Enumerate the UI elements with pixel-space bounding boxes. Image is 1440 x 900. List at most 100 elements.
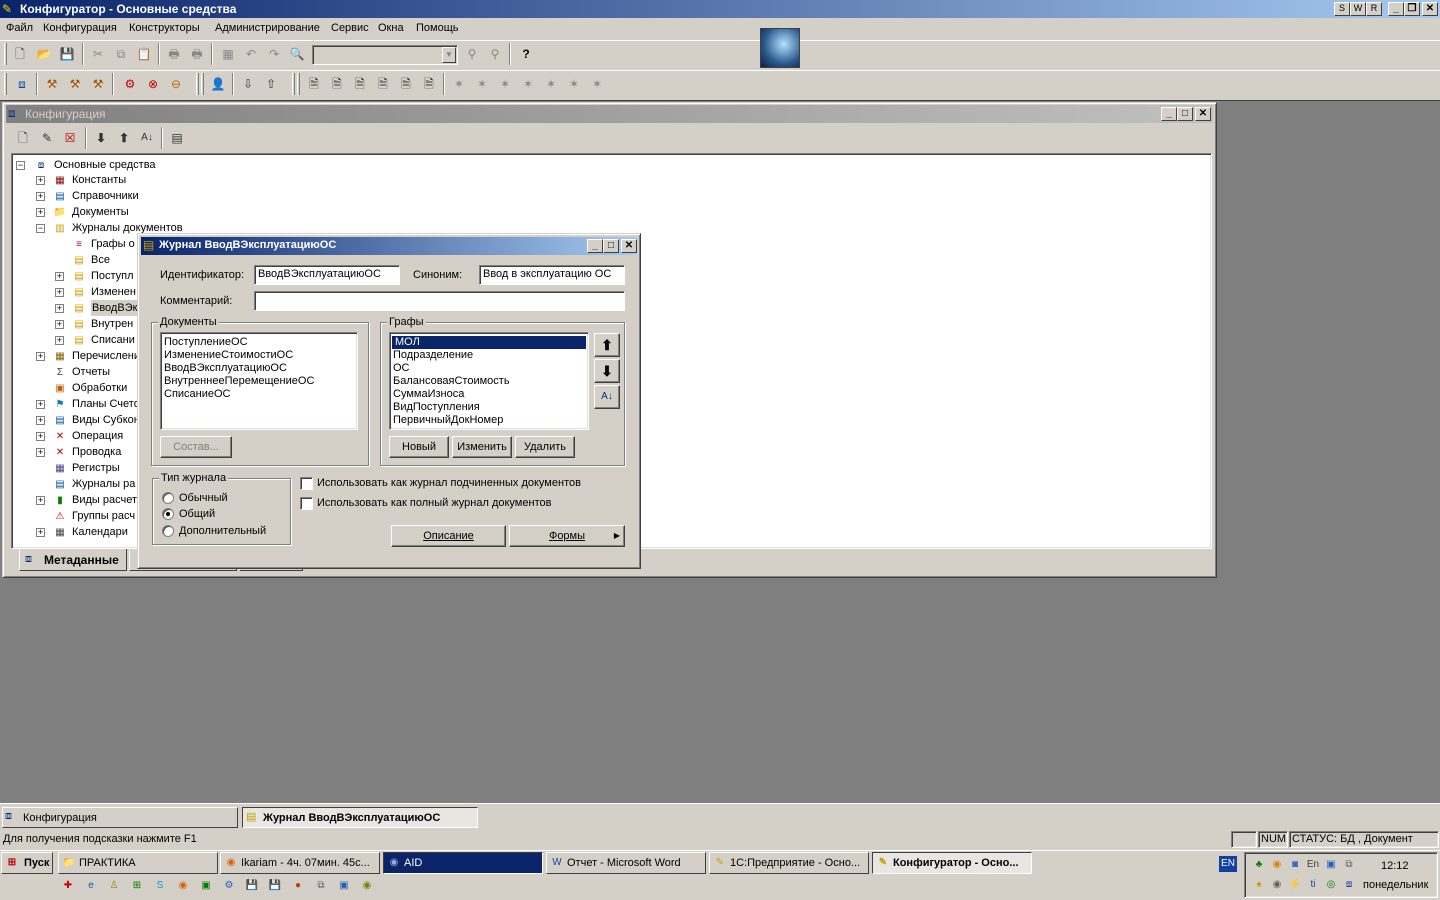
expand-icon[interactable]: + [36, 448, 45, 457]
restore-button[interactable]: ❐ [1404, 2, 1420, 16]
menu-file[interactable]: Файл [6, 22, 33, 34]
close-button[interactable]: ✕ [1422, 2, 1438, 16]
column-item[interactable]: БалансоваяСтоимость [390, 375, 588, 388]
tab-metadata[interactable]: ⧈ Метаданные [19, 549, 127, 571]
comment-field[interactable] [254, 291, 625, 311]
constructor-icon[interactable]: 🗎 [396, 74, 416, 94]
collapse-icon[interactable]: − [16, 161, 25, 170]
ie-icon[interactable]: e [83, 878, 99, 894]
taskbar-item[interactable]: W Отчет - Microsoft Word [546, 852, 706, 874]
full-journal-label[interactable]: Использовать как полный журнал документо… [317, 497, 551, 509]
taskbar-item-active[interactable]: ✎ Конфигуратор - Осно... [872, 852, 1032, 874]
expand-icon[interactable]: + [36, 496, 45, 505]
column-item[interactable]: Подразделение [390, 349, 588, 362]
skype-icon[interactable]: S [152, 878, 168, 894]
menu-constructors[interactable]: Конструкторы [129, 22, 200, 34]
synonym-field[interactable]: Ввод в эксплуатацию ОС [479, 265, 625, 285]
menu-help[interactable]: Помощь [416, 22, 459, 34]
tray-icon[interactable]: ti [1305, 877, 1321, 893]
print-preview-icon[interactable]: 🖶 [187, 44, 207, 64]
find-prev-icon[interactable]: ⚲ [485, 44, 505, 64]
new-file-icon[interactable]: 🗋 [10, 44, 30, 64]
wizard-icon[interactable]: ✶ [587, 74, 607, 94]
module-icon[interactable]: ⚒ [65, 74, 85, 94]
identifier-field[interactable]: ВводВЭксплуатациюОС [254, 265, 400, 285]
start-button[interactable]: ⊞ Пуск [1, 852, 53, 874]
delete-object-icon[interactable]: ☒ [60, 128, 80, 148]
chevron-down-icon[interactable]: ▼ [442, 47, 456, 63]
new-object-icon[interactable]: 🗋 [13, 128, 33, 148]
tray-icon[interactable]: ⧈ [1341, 877, 1357, 893]
full-journal-checkbox[interactable] [300, 497, 313, 510]
tray-icon[interactable]: En [1305, 857, 1321, 873]
search-combo[interactable] [312, 45, 458, 65]
paste-icon[interactable]: 📋 [134, 44, 154, 64]
quicklaunch-icon[interactable]: ▣ [198, 878, 214, 894]
clock-time[interactable]: 12:12 [1381, 860, 1409, 872]
wizard-icon[interactable]: ✶ [564, 74, 584, 94]
constructor-icon[interactable]: 🗎 [304, 74, 324, 94]
s-button[interactable]: S [1334, 2, 1350, 16]
expand-icon[interactable]: + [36, 528, 45, 537]
edit-object-icon[interactable]: ✎ [37, 128, 57, 148]
delete-column-button[interactable]: Удалить [515, 436, 575, 458]
clock-day[interactable]: понедельник [1363, 879, 1428, 891]
taskbar-item[interactable]: ✎ 1С:Предприятие - Осно... [709, 852, 869, 874]
move-up-icon[interactable]: ⬆ [114, 128, 134, 148]
taskbar-item[interactable]: ◉ AID [383, 852, 543, 874]
wizard-icon[interactable]: ✶ [495, 74, 515, 94]
maximize-button[interactable]: □ [1177, 107, 1193, 121]
document-item[interactable]: ВводВЭксплуатациюОС [161, 362, 357, 375]
dialog-editor-icon[interactable]: ⚒ [42, 74, 62, 94]
quicklaunch-icon[interactable]: ⧉ [313, 878, 329, 894]
undo-icon[interactable]: ↶ [241, 44, 261, 64]
tray-icon[interactable]: ◎ [1323, 877, 1339, 893]
menu-configuration[interactable]: Конфигурация [43, 22, 117, 34]
save-icon[interactable]: 💾 [57, 44, 77, 64]
edit-column-button[interactable]: Изменить [452, 436, 512, 458]
window-tab-config[interactable]: ⧈ Конфигурация [2, 807, 238, 828]
run-icon[interactable]: ⊖ [166, 74, 186, 94]
menu-service[interactable]: Сервис [331, 22, 369, 34]
tray-icon[interactable]: ⧉ [1341, 857, 1357, 873]
compose-button[interactable]: Состав... [160, 436, 232, 458]
move-down-button[interactable]: ⬇ [594, 359, 620, 383]
tray-icon[interactable]: ▣ [1323, 857, 1339, 873]
save-icon[interactable]: 💾 [244, 878, 260, 894]
column-item[interactable]: ВидПоступления [390, 401, 588, 414]
tray-icon[interactable]: ◙ [1287, 857, 1303, 873]
move-down-icon[interactable]: ⬇ [91, 128, 111, 148]
globe-icon[interactable] [760, 28, 800, 68]
new-column-button[interactable]: Новый [389, 436, 449, 458]
tray-icon[interactable]: ◉ [1269, 877, 1285, 893]
language-indicator[interactable]: EN [1219, 856, 1237, 872]
document-item[interactable]: СписаниеОС [161, 388, 357, 401]
column-item[interactable]: ПервичныйДокНомер [390, 414, 588, 427]
radio-common-label[interactable]: Общий [179, 508, 215, 520]
move-up-button[interactable]: ⬆ [594, 333, 620, 357]
network-icon[interactable]: ⊞ [129, 878, 145, 894]
redo-icon[interactable]: ↷ [264, 44, 284, 64]
wizard-icon[interactable]: ✶ [472, 74, 492, 94]
cut-icon[interactable]: ✂ [88, 44, 108, 64]
wizard-icon[interactable]: ✶ [541, 74, 561, 94]
firefox-icon[interactable]: ◉ [175, 878, 191, 894]
description-icon[interactable]: ▤ [167, 128, 187, 148]
expand-icon[interactable]: + [55, 272, 64, 281]
radio-ordinary-label[interactable]: Обычный [179, 492, 228, 504]
document-item[interactable]: ПоступлениеОС [161, 336, 357, 349]
minimize-button[interactable]: _ [1388, 2, 1404, 16]
quicklaunch-icon[interactable]: ● [290, 878, 306, 894]
forms-button[interactable]: Формы ▶ [509, 525, 625, 547]
close-button[interactable]: ✕ [1195, 107, 1211, 121]
column-item[interactable]: СуммаИзноса [390, 388, 588, 401]
taskbar-item[interactable]: ◉ Ikariam - 4ч. 07мин. 45с... [220, 852, 380, 874]
w-button[interactable]: W [1350, 2, 1366, 16]
menu-administration[interactable]: Администрирование [215, 22, 320, 34]
metadata-tree-icon[interactable]: ⧈ [12, 74, 32, 94]
collapse-icon[interactable]: − [36, 224, 45, 233]
expand-icon[interactable]: + [55, 288, 64, 297]
document-item[interactable]: ИзменениеСтоимостиОС [161, 349, 357, 362]
expand-icon[interactable]: + [36, 208, 45, 217]
export-icon[interactable]: ⇧ [261, 74, 281, 94]
